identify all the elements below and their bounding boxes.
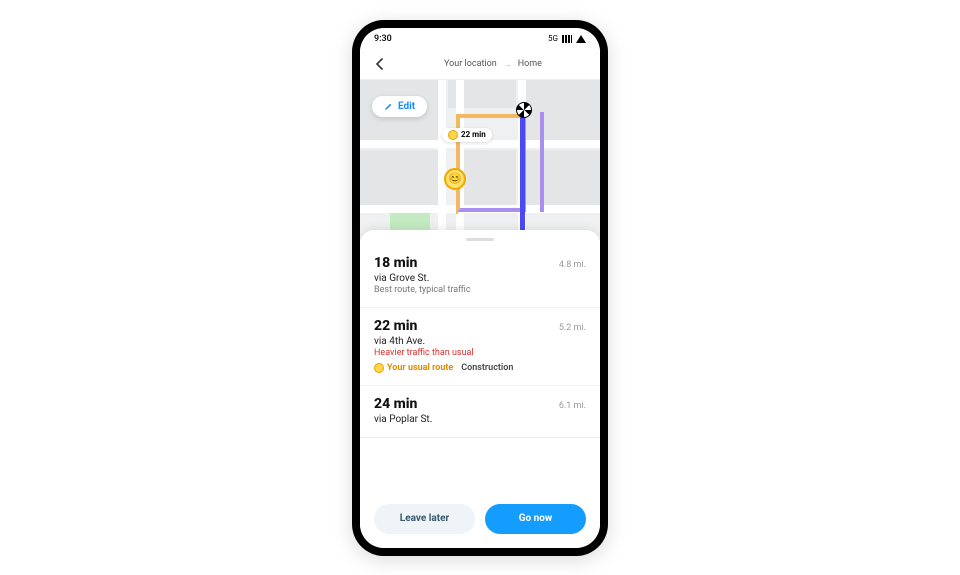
action-row: Leave later Go now (360, 494, 600, 548)
status-bar: 9:30 5G (360, 28, 600, 50)
route-distance: 5.2 mi. (559, 323, 586, 333)
route-via: via Poplar St. (374, 414, 586, 425)
network-label: 5G (548, 34, 558, 43)
arrow-right-icon: → (503, 59, 512, 70)
usual-route-label: Your usual route (387, 363, 453, 373)
alt-route-time-badge[interactable]: 22 min (442, 128, 492, 142)
back-button[interactable] (370, 55, 388, 73)
breadcrumb[interactable]: Your location → Home (396, 59, 590, 70)
construction-badge: Construction (461, 363, 513, 373)
route-via: via 4th Ave. (374, 336, 586, 347)
route-sub: Best route, typical traffic (374, 285, 586, 295)
construction-pin-icon: 😊 (444, 168, 466, 190)
sheet-drag-handle[interactable] (466, 238, 494, 241)
route-option-3[interactable]: 24 min 6.1 mi. via Poplar St. (360, 386, 600, 438)
usual-route-icon (374, 363, 384, 373)
alt-route-time-text: 22 min (461, 130, 486, 139)
leave-later-button[interactable]: Leave later (374, 504, 475, 534)
breadcrumb-to: Home (518, 59, 542, 69)
route-via: via Grove St. (374, 273, 586, 284)
pencil-icon (384, 102, 393, 111)
routes-sheet: 18 min 4.8 mi. via Grove St. Best route,… (360, 230, 600, 548)
go-now-button[interactable]: Go now (485, 504, 586, 534)
usual-route-badge: Your usual route (374, 363, 453, 373)
clock-text: 9:30 (374, 34, 392, 44)
usual-route-mini-icon (448, 130, 458, 140)
map-canvas[interactable]: 😊 22 min Edit (360, 80, 600, 240)
signal-icon (562, 35, 572, 43)
edit-button-label: Edit (398, 101, 415, 112)
phone-frame: 9:30 5G Your location → Home (352, 20, 608, 556)
route-duration: 18 min (374, 255, 417, 271)
route-duration: 22 min (374, 318, 417, 334)
destination-flag-icon (516, 102, 532, 118)
route-warning: Heavier traffic than usual (374, 348, 586, 358)
route-duration: 24 min (374, 396, 417, 412)
route-list: 18 min 4.8 mi. via Grove St. Best route,… (360, 245, 600, 494)
route-distance: 6.1 mi. (559, 401, 586, 411)
status-indicators: 5G (548, 34, 586, 43)
route-header: Your location → Home (360, 50, 600, 80)
chevron-left-icon (375, 58, 383, 70)
cellular-icon (576, 35, 586, 43)
breadcrumb-from: Your location (444, 59, 497, 69)
edit-route-button[interactable]: Edit (372, 96, 427, 117)
route-option-2[interactable]: 22 min 5.2 mi. via 4th Ave. Heavier traf… (360, 308, 600, 386)
route-option-1[interactable]: 18 min 4.8 mi. via Grove St. Best route,… (360, 245, 600, 308)
route-distance: 4.8 mi. (559, 260, 586, 270)
screen: 9:30 5G Your location → Home (360, 28, 600, 548)
